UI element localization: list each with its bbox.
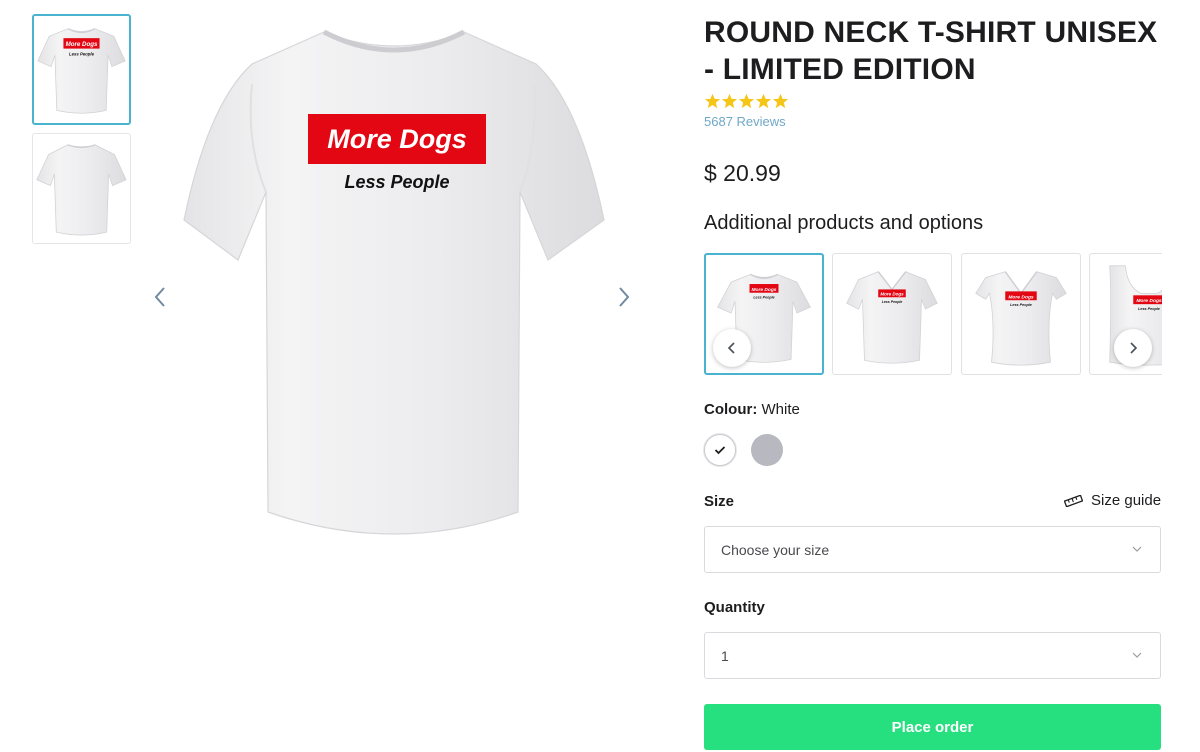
options-prev-button[interactable] [713,329,751,367]
star-icon [738,93,755,109]
chevron-left-icon [154,287,165,307]
chevron-right-icon [619,287,630,307]
star-icon [772,93,789,109]
main-product-image: More Dogs Less People [176,24,612,552]
size-select[interactable]: Choose your size [704,526,1161,573]
ruler-icon [1064,494,1083,507]
rating-stars [704,93,789,109]
colour-label-title: Colour: [704,401,758,418]
thumbnail-front[interactable]: More Dogs Less People [32,14,131,125]
chevron-right-icon [1130,342,1138,354]
option-print-headline: More Dogs [1008,294,1034,300]
chevron-down-icon [1132,545,1142,553]
gallery-next-button[interactable] [612,284,636,310]
carousel-edge-mask [1162,250,1200,380]
swatch-white[interactable] [704,434,736,466]
star-icon [704,93,721,109]
gallery-prev-button[interactable] [148,284,172,310]
tshirt-back-thumbnail [36,144,127,236]
size-guide-label: Size guide [1091,492,1162,509]
options-heading: Additional products and options [704,212,984,234]
option-print-headline: More Dogs [752,287,777,293]
option-v-neck[interactable]: More Dogs Less People [832,253,952,375]
size-select-placeholder: Choose your size [721,541,830,558]
size-label: Size [704,493,735,510]
thumbnail-back[interactable] [32,133,131,244]
reviews-link[interactable]: 5687 Reviews [704,114,786,129]
tshirt-front-thumbnail: More Dogs Less People [37,28,126,114]
option-print-subline: Less People [753,296,774,300]
print-headline: More Dogs [327,124,467,154]
colour-selected-value: White [761,401,800,418]
options-next-button[interactable] [1114,329,1152,367]
option-print-headline: More Dogs [880,291,904,296]
thumb-print-headline: More Dogs [66,41,98,48]
option-ladies-v-neck[interactable]: More Dogs Less People [961,253,1081,375]
star-icon [721,93,738,109]
option-print-subline: Less People [1138,307,1160,311]
swatch-grey[interactable] [751,434,783,466]
quantity-label: Quantity [704,599,765,616]
option-print-headline: More Dogs [1136,298,1162,304]
chevron-down-icon [1132,651,1142,659]
colour-label: Colour: White [704,401,800,418]
quantity-value: 1 [721,647,729,664]
option-print-subline: Less People [882,300,903,304]
thumb-print-subline: Less People [69,51,95,56]
option-print-subline: Less People [1010,303,1032,307]
size-guide-link[interactable]: Size guide [1064,492,1161,509]
product-price: $ 20.99 [704,160,781,186]
product-title: ROUND NECK T-SHIRT UNISEX - LIMITED EDIT… [704,16,1158,86]
print-subline: Less People [344,172,449,192]
checkmark-icon [714,446,726,455]
chevron-left-icon [727,342,735,354]
quantity-select[interactable]: 1 [704,632,1161,679]
tshirt-v-neck-image: More Dogs Less People [846,271,938,364]
star-icon [755,93,772,109]
place-order-button[interactable]: Place order [704,704,1161,750]
tshirt-ladies-v-neck-image: More Dogs Less People [975,271,1067,366]
